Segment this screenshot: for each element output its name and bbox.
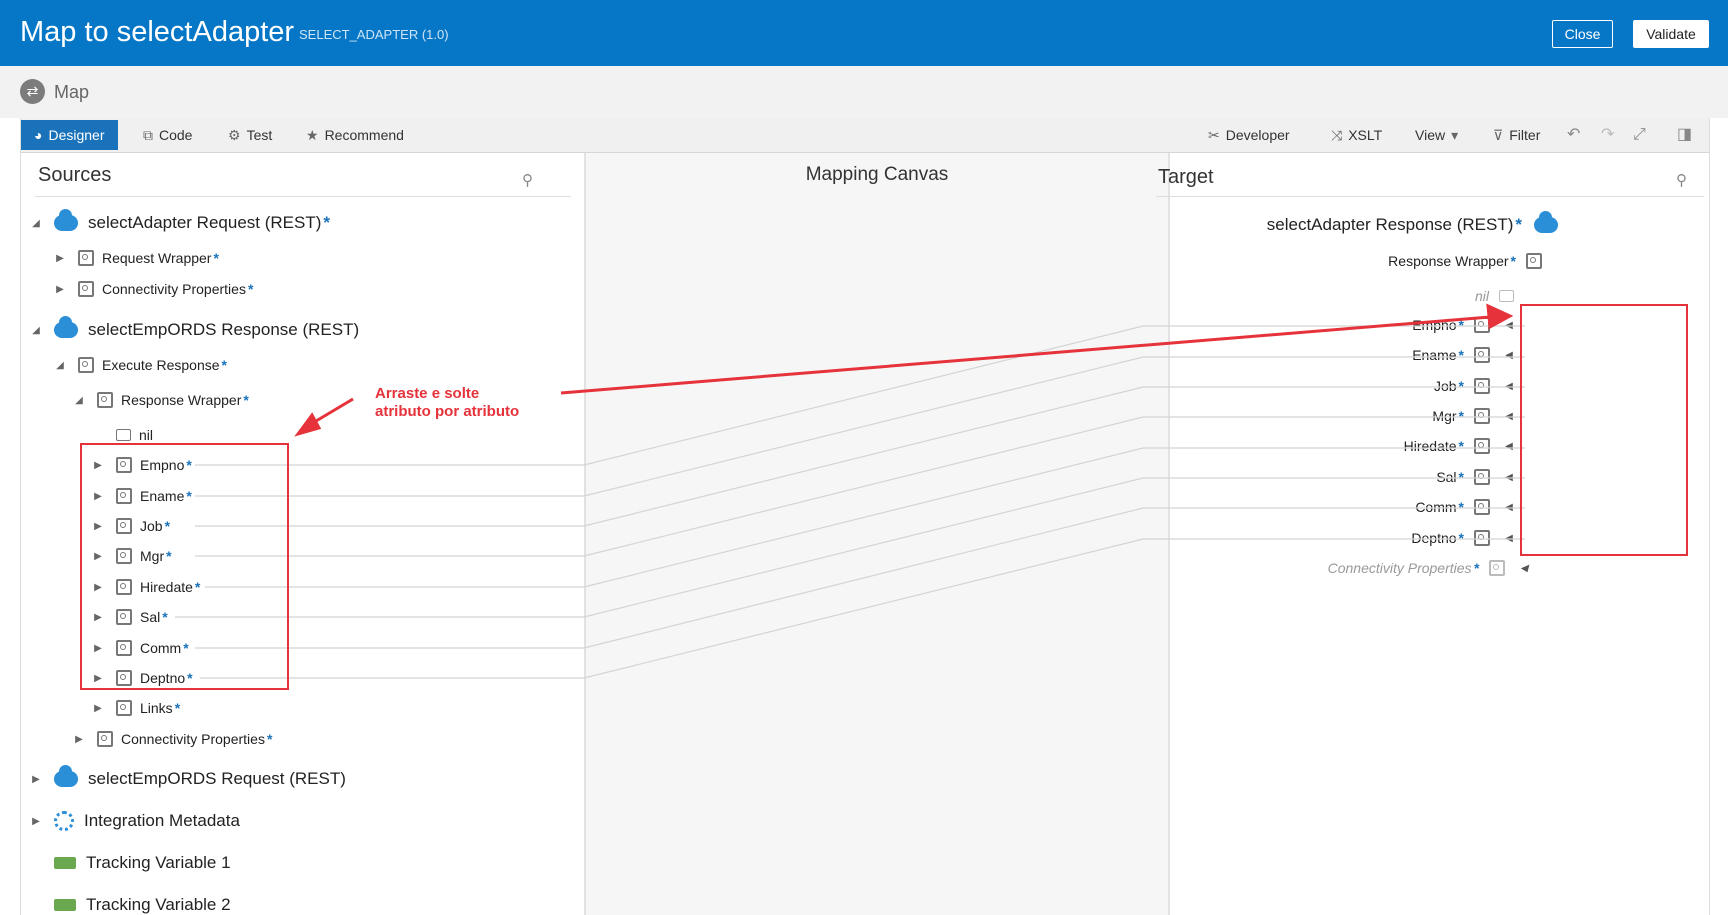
annotation-line: Arraste e solte: [375, 385, 480, 402]
source-highlight-box: [80, 443, 289, 690]
annotation-line: atributo por atributo: [375, 403, 520, 420]
target-highlight-box: [1520, 304, 1688, 556]
annotation-text: Arraste e solte atributo por atributo: [375, 385, 519, 421]
